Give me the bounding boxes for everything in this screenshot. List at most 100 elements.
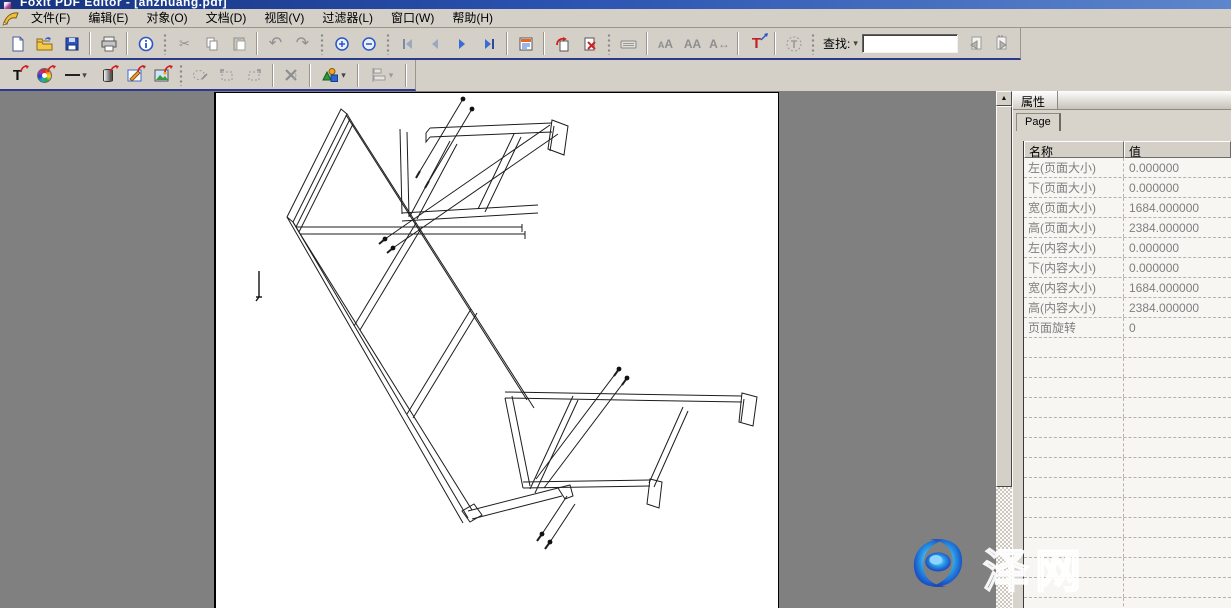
property-row[interactable]: 高(页面大小) 2384.000000 [1024,218,1231,238]
print-button[interactable] [95,31,122,56]
delete-object-button[interactable] [278,63,305,88]
redo-button[interactable]: ↷ [289,31,316,56]
menu-item[interactable]: 视图(V) [255,7,313,29]
property-row[interactable]: 下(内容大小) 0.000000 [1024,258,1231,278]
property-row[interactable]: 页面旋转 0 [1024,318,1231,338]
find-history-dropdown[interactable]: ▾ [853,38,858,49]
add-text-button[interactable]: T [4,63,31,88]
lasso-edit-button[interactable] [187,63,214,88]
toolbar-grip[interactable] [163,33,167,55]
next-page-button[interactable] [448,31,475,56]
line-style-button[interactable]: ▾ [58,63,94,88]
property-row-empty[interactable] [1024,378,1231,398]
find-label: 查找: [823,35,850,52]
scrollbar-thumb[interactable] [996,106,1012,487]
property-row-empty[interactable] [1024,518,1231,538]
property-row-empty[interactable] [1024,478,1231,498]
first-page-button[interactable] [394,31,421,56]
undo-button[interactable]: ↶ [262,31,289,56]
canvas-area[interactable] [0,91,996,608]
property-row-empty[interactable] [1024,438,1231,458]
property-row-empty[interactable] [1024,418,1231,438]
menu-item[interactable]: 过滤器(L) [313,7,382,29]
first-page-icon [400,36,416,52]
property-row[interactable]: 宽(页面大小) 1684.000000 [1024,198,1231,218]
align-dropdown[interactable]: ▾ [389,70,394,81]
find-previous-button[interactable] [962,31,989,56]
property-row[interactable]: 左(内容大小) 0.000000 [1024,238,1231,258]
property-row[interactable]: 左(页面大小) 0.000000 [1024,158,1231,178]
menu-item[interactable]: 文档(D) [197,7,256,29]
separator [737,32,739,55]
tab-page[interactable]: Page [1016,113,1061,131]
property-row[interactable]: 下(页面大小) 0.000000 [1024,178,1231,198]
menu-item[interactable]: 帮助(H) [443,7,502,29]
text-circle-button[interactable] [780,31,807,56]
replace-font-button[interactable]: AA [652,31,679,56]
toolbar-grip[interactable] [179,64,183,86]
vertical-scrollbar[interactable]: ▲ [996,91,1012,608]
property-row-empty[interactable] [1024,598,1231,608]
transform-back-button[interactable] [214,63,241,88]
zoom-in-button[interactable] [328,31,355,56]
cut-button[interactable]: ✂ [171,31,198,56]
align-objects-button[interactable]: ▾ [363,63,401,88]
toolbar-grip[interactable] [386,33,390,55]
previous-page-button[interactable] [421,31,448,56]
menu-item[interactable]: 文件(F) [22,7,79,29]
property-row-empty[interactable] [1024,578,1231,598]
menu-item[interactable]: 对象(O) [137,7,196,29]
save-button[interactable] [58,31,85,56]
edit-image-button[interactable] [121,63,148,88]
property-row-empty[interactable] [1024,358,1231,378]
add-color-button[interactable] [31,63,58,88]
toolbar-grip[interactable] [607,33,611,55]
import-text-button[interactable]: T [743,31,770,56]
delete-page-button[interactable] [576,31,603,56]
property-row-empty[interactable] [1024,398,1231,418]
toolbar-grip[interactable] [320,33,324,55]
toolbar-grip[interactable] [811,33,815,55]
property-row-empty[interactable] [1024,558,1231,578]
property-row-empty[interactable] [1024,458,1231,478]
font-pair-button[interactable]: AA [679,31,706,56]
rotate-page-button[interactable] [549,31,576,56]
property-row[interactable]: 高(内容大小) 2384.000000 [1024,298,1231,318]
find-next-button[interactable] [989,31,1016,56]
page-layout-button[interactable] [512,31,539,56]
transform-forward-button[interactable] [241,63,268,88]
paste-button[interactable] [225,31,252,56]
property-row[interactable]: 宽(内容大小) 1684.000000 [1024,278,1231,298]
open-file-button[interactable] [31,31,58,56]
letter-spacing-button[interactable]: A↔ [706,31,733,56]
zoom-out-button[interactable] [355,31,382,56]
document-menu-icon[interactable] [2,11,20,26]
property-row-empty[interactable] [1024,538,1231,558]
scroll-up-button[interactable]: ▲ [996,91,1012,106]
find-input[interactable] [862,34,958,53]
add-shading-button[interactable] [94,63,121,88]
line-icon [65,74,80,76]
separator [126,32,128,55]
copy-button[interactable] [198,31,225,56]
menu-item[interactable]: 窗口(W) [382,7,443,29]
property-row-empty[interactable] [1024,498,1231,518]
circled-text-icon [785,35,803,53]
pdf-page[interactable] [214,92,779,608]
property-row-empty[interactable] [1024,338,1231,358]
menu-item[interactable]: 编辑(E) [79,7,137,29]
window-titlebar: Foxit PDF Editor - [anzhuang.pdf] [0,0,1231,9]
insert-shape-button[interactable]: ▾ [315,63,353,88]
add-image-button[interactable] [148,63,175,88]
panel-header: 属性 [1013,91,1231,110]
menu-bar: 文件(F)编辑(E)对象(O)文档(D)视图(V)过滤器(L)窗口(W)帮助(H… [0,9,1231,28]
text-cursor-mark [256,271,262,301]
shape-dropdown[interactable]: ▾ [341,70,346,81]
keyboard-button[interactable] [615,31,642,56]
tab-properties[interactable]: 属性 [1013,91,1058,109]
new-file-button[interactable] [4,31,31,56]
line-style-dropdown[interactable]: ▾ [82,70,87,81]
last-page-button[interactable] [475,31,502,56]
letter-spacing-icon: A↔ [709,37,730,51]
document-info-button[interactable] [132,31,159,56]
